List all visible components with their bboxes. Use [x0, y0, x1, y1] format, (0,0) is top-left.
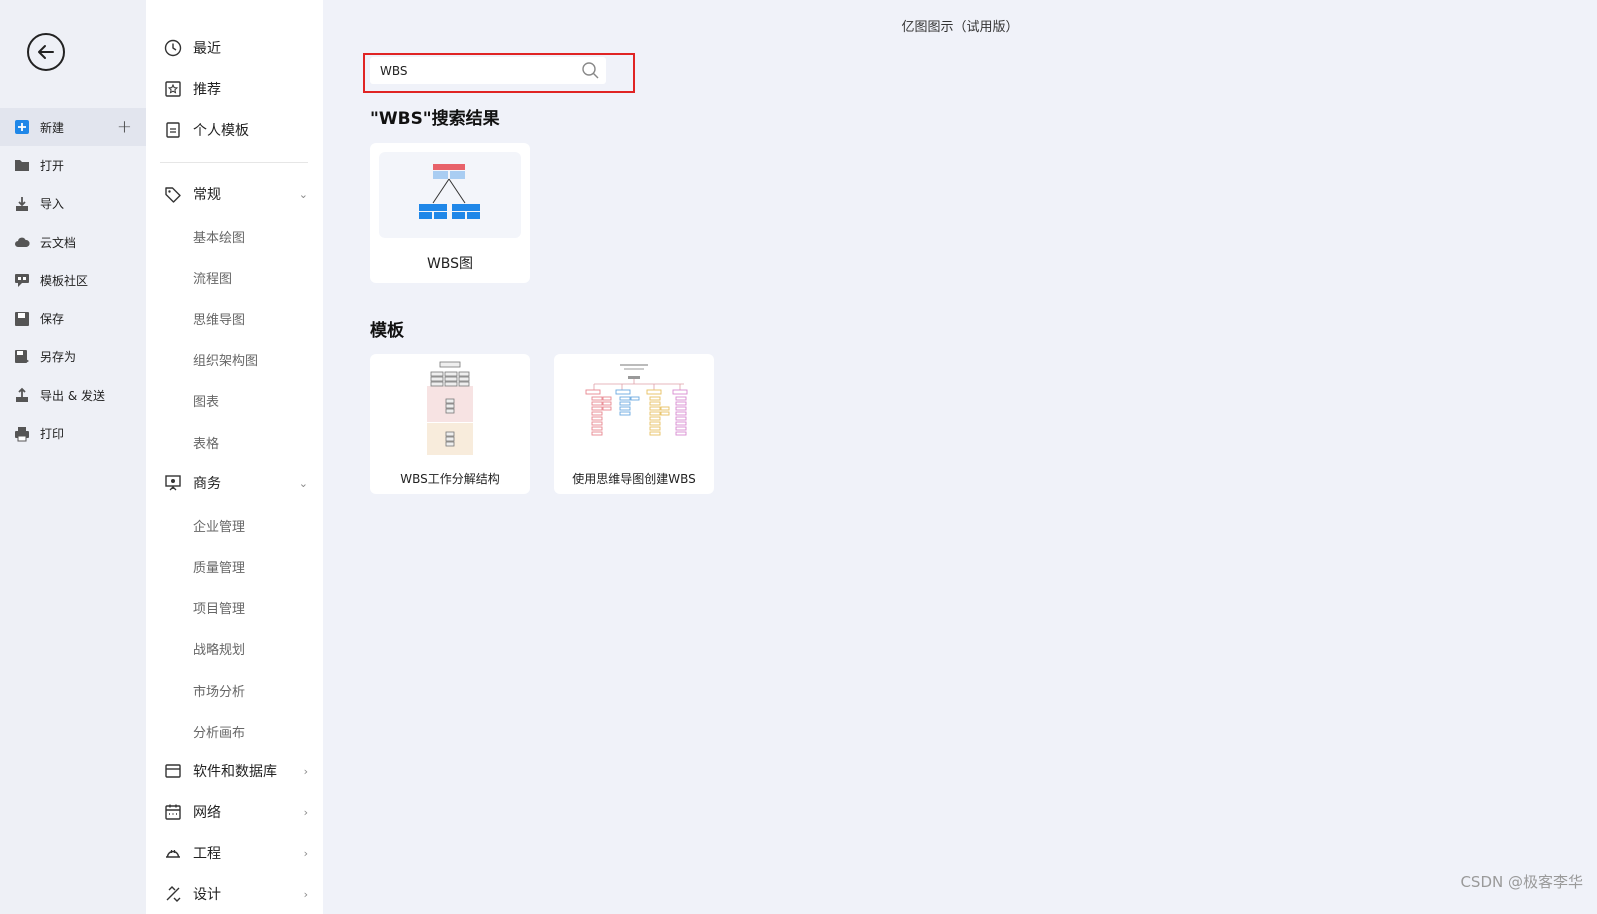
category-software-database[interactable]: 软件和数据库 › [164, 759, 308, 783]
app-title: 亿图图示（试用版） [901, 20, 1019, 35]
chevron-right-icon: › [303, 764, 308, 778]
sub-item-table[interactable]: 表格 [193, 432, 219, 452]
category-label: 商务 [193, 476, 221, 492]
personal-template-icon [164, 121, 182, 139]
sub-item-mindmap[interactable]: 思维导图 [193, 308, 245, 328]
category-business[interactable]: 商务 ⌄ [164, 471, 308, 495]
chevron-down-icon: ⌄ [298, 187, 308, 201]
tag-icon [164, 185, 182, 203]
folder-icon [14, 157, 30, 173]
search-input[interactable] [370, 63, 570, 78]
templates-title: 模板 [370, 321, 404, 341]
left-item-cloud[interactable]: 云文档 [0, 223, 146, 261]
left-item-label: 导入 [40, 197, 65, 212]
left-item-label: 打印 [40, 427, 65, 442]
left-item-label: 新建 [40, 120, 65, 135]
sub-item-chart[interactable]: 图表 [193, 390, 219, 410]
sub-item-quality-management[interactable]: 质量管理 [193, 556, 245, 576]
left-item-export[interactable]: 导出 & 发送 [0, 376, 146, 414]
add-icon[interactable]: + [117, 117, 132, 138]
presentation-icon [164, 474, 182, 492]
cloud-icon [14, 234, 30, 250]
category-label: 最近 [193, 41, 221, 57]
category-label: 常规 [193, 187, 221, 203]
left-item-label: 云文档 [40, 235, 77, 250]
left-item-new[interactable]: 新建 + [0, 108, 146, 147]
calendar-icon [164, 803, 182, 821]
template-card-mindmap-wbs[interactable]: 使用思维导图创建WBS [554, 354, 714, 494]
left-item-label: 模板社区 [40, 273, 89, 288]
category-general[interactable]: 常规 ⌄ [164, 182, 308, 206]
result-card-wbs[interactable]: WBS图 [370, 143, 530, 283]
divider [160, 162, 308, 163]
category-label: 设计 [193, 887, 221, 903]
sub-item-strategic-planning[interactable]: 战略规划 [193, 638, 245, 658]
left-item-community[interactable]: 模板社区 [0, 261, 146, 299]
recommend-icon [164, 80, 182, 98]
design-icon [164, 885, 182, 903]
import-icon [14, 196, 30, 212]
sub-item-flowchart[interactable]: 流程图 [193, 267, 232, 287]
left-item-open[interactable]: 打开 [0, 146, 146, 184]
clock-icon [164, 39, 182, 57]
left-item-print[interactable]: 打印 [0, 414, 146, 452]
sub-item-basic-drawing[interactable]: 基本绘图 [193, 226, 245, 246]
category-label: 网络 [193, 805, 221, 821]
left-item-import[interactable]: 导入 [0, 185, 146, 223]
chevron-down-icon: ⌄ [298, 476, 308, 490]
search-icon[interactable] [581, 61, 600, 84]
sub-item-enterprise-management[interactable]: 企业管理 [193, 515, 245, 535]
export-icon [14, 387, 30, 403]
category-label: 软件和数据库 [193, 764, 277, 780]
watermark: CSDN @极客李华 [1460, 873, 1583, 891]
left-item-label: 保存 [40, 312, 65, 327]
category-personal-template[interactable]: 个人模板 [164, 118, 308, 142]
template-card-wbs-structure[interactable]: WBS工作分解结构 [370, 354, 530, 494]
category-label: 个人模板 [193, 123, 249, 139]
category-label: 工程 [193, 846, 221, 862]
save-icon [14, 311, 30, 327]
chevron-right-icon: › [303, 805, 308, 819]
category-design[interactable]: 设计 › [164, 882, 308, 906]
new-file-icon [14, 119, 30, 135]
left-item-label: 另存为 [40, 350, 77, 365]
window-icon [164, 762, 182, 780]
chevron-right-icon: › [303, 887, 308, 901]
left-item-save-as[interactable]: 另存为 [0, 338, 146, 376]
template-thumbnail [370, 354, 530, 459]
sub-item-project-management[interactable]: 项目管理 [193, 597, 245, 617]
result-card-label: WBS图 [426, 256, 474, 272]
left-item-label: 打开 [40, 158, 65, 173]
left-sidebar: 新建 + 打开 导入 云文档 模板社区 保存 另存为 导出 & 发送 打印 [0, 0, 146, 914]
left-menu: 新建 + 打开 导入 云文档 模板社区 保存 另存为 导出 & 发送 打印 [0, 108, 146, 453]
helmet-icon [164, 844, 182, 862]
left-item-save[interactable]: 保存 [0, 299, 146, 337]
print-icon [14, 426, 30, 442]
category-recommend[interactable]: 推荐 [164, 77, 308, 101]
category-recent[interactable]: 最近 [164, 36, 308, 60]
category-network[interactable]: 网络 › [164, 800, 308, 824]
template-thumbnail [554, 354, 714, 459]
back-button[interactable] [27, 33, 65, 71]
left-item-label: 导出 & 发送 [40, 388, 105, 403]
sub-item-market-analysis[interactable]: 市场分析 [193, 680, 245, 700]
save-as-icon [14, 349, 30, 365]
community-icon [14, 272, 30, 288]
search-results-title: "WBS"搜索结果 [370, 109, 500, 129]
sub-item-org-chart[interactable]: 组织架构图 [193, 349, 258, 369]
wbs-diagram-icon [379, 152, 521, 238]
sub-item-analysis-canvas[interactable]: 分析画布 [193, 721, 245, 741]
category-sidebar: 最近 推荐 个人模板 常规 ⌄ 基本绘图 流程图 思维导图 组织架构图 图表 表… [146, 0, 323, 914]
category-engineering[interactable]: 工程 › [164, 841, 308, 865]
template-card-label: 使用思维导图创建WBS [572, 472, 696, 486]
search-box[interactable] [370, 57, 606, 84]
category-label: 推荐 [193, 82, 221, 98]
arrow-left-icon [38, 45, 54, 59]
template-card-label: WBS工作分解结构 [400, 472, 500, 486]
chevron-right-icon: › [303, 846, 308, 860]
